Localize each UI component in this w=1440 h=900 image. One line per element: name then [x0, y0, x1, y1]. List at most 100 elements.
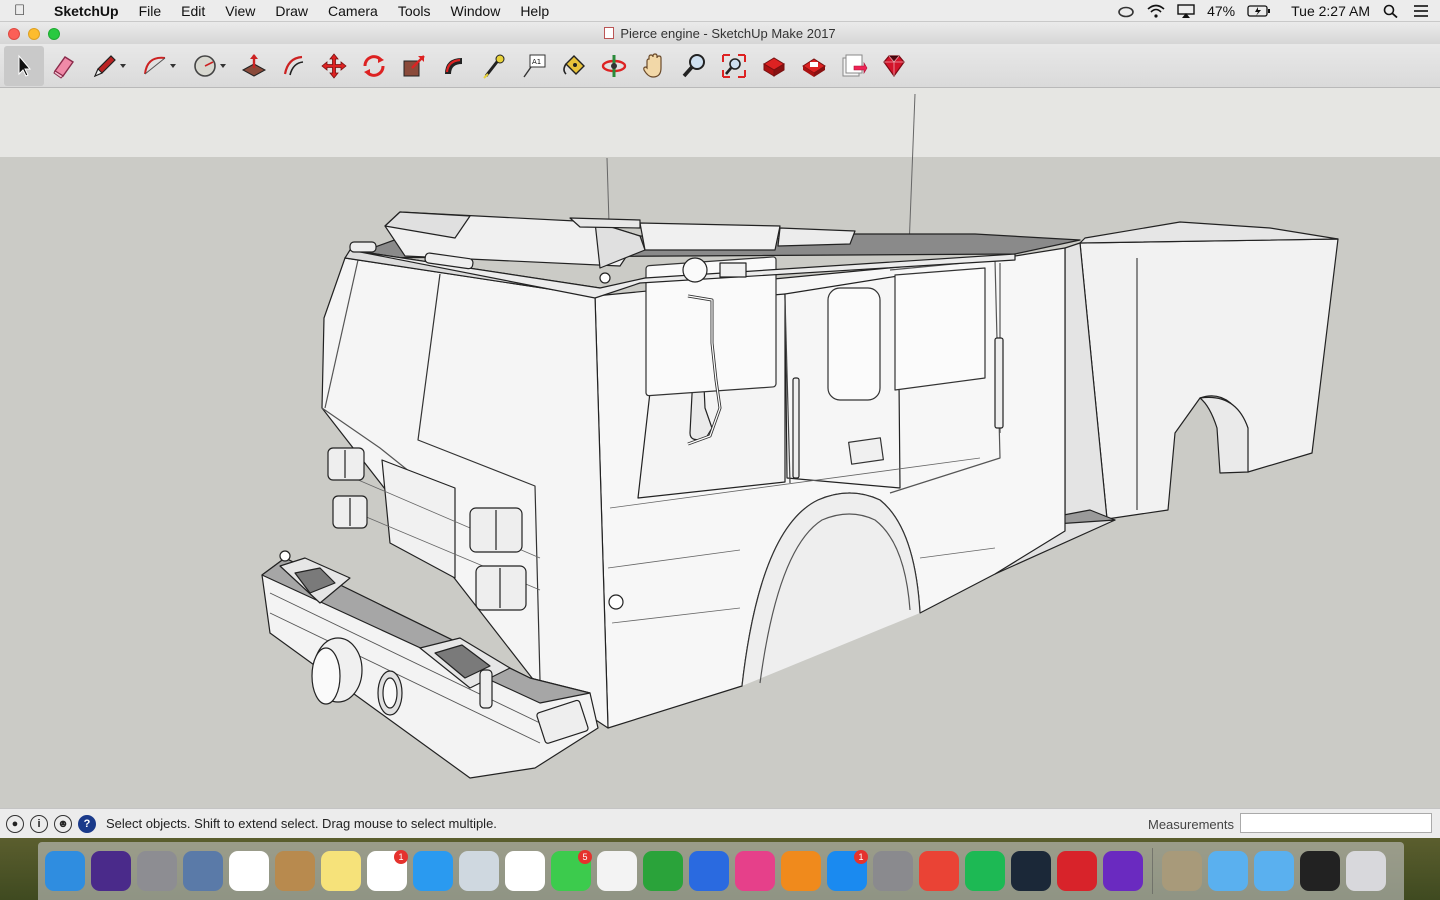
menu-app-name[interactable]: SketchUp [44, 0, 129, 22]
apple-icon[interactable]:  [14, 2, 44, 19]
dock-item-terminal[interactable] [1297, 848, 1343, 894]
pencil-icon [93, 54, 116, 77]
window-title-bar: Pierce engine - SketchUp Make 2017 [0, 22, 1440, 44]
dock-item-ibooks[interactable] [778, 848, 824, 894]
model-viewport[interactable] [0, 88, 1440, 808]
dock-item-launchpad[interactable] [134, 848, 180, 894]
calendar-icon [229, 851, 269, 891]
pan-tool-button[interactable] [634, 46, 674, 86]
fire-engine-model[interactable] [0, 88, 1440, 808]
imovie-icon [1103, 851, 1143, 891]
orbit-tool-button[interactable] [594, 46, 634, 86]
spotlight-search-icon[interactable] [1382, 4, 1400, 18]
rotate-tool-button[interactable] [354, 46, 394, 86]
ibooks-icon [781, 851, 821, 891]
dock-item-photos[interactable] [502, 848, 548, 894]
status-message: Select objects. Shift to extend select. … [106, 816, 497, 831]
dock-item-imovie[interactable] [1100, 848, 1146, 894]
window-close-button[interactable] [8, 28, 20, 40]
follow-me-icon [445, 57, 462, 74]
scale-tool-button[interactable] [394, 46, 434, 86]
dock-item-textedit[interactable] [594, 848, 640, 894]
menu-window[interactable]: Window [441, 0, 511, 22]
menu-tools[interactable]: Tools [388, 0, 441, 22]
menu-file[interactable]: File [129, 0, 172, 22]
keynote-icon [689, 851, 729, 891]
dock-item-keynote[interactable] [686, 848, 732, 894]
preview-icon [183, 851, 223, 891]
dock-item-notes[interactable] [318, 848, 364, 894]
menu-help[interactable]: Help [510, 0, 559, 22]
airplay-icon[interactable] [1177, 4, 1195, 18]
menu-bar:  SketchUp File Edit View Draw Camera To… [0, 0, 1440, 22]
window-zoom-button[interactable] [48, 28, 60, 40]
window-title: Pierce engine - SketchUp Make 2017 [620, 25, 836, 41]
zoom-extents-tool-button[interactable] [714, 46, 754, 86]
send-to-layout-button[interactable] [834, 46, 874, 86]
wifi-icon[interactable] [1147, 4, 1165, 18]
arc-tool-button[interactable] [134, 46, 184, 86]
menu-view[interactable]: View [215, 0, 265, 22]
shapes-tool-button[interactable] [184, 46, 234, 86]
dock-item-image-capture[interactable] [456, 848, 502, 894]
dock-item-folder[interactable] [1205, 848, 1251, 894]
zoom-tool-button[interactable] [674, 46, 714, 86]
dock-item-app-store[interactable]: 1 [824, 848, 870, 894]
menu-draw[interactable]: Draw [265, 0, 318, 22]
credits-icon[interactable]: i [30, 814, 48, 833]
dock-item-preview[interactable] [180, 848, 226, 894]
line-tool-button[interactable] [84, 46, 134, 86]
launchpad-icon [137, 851, 177, 891]
textedit-icon [597, 851, 637, 891]
select-tool-button[interactable] [4, 45, 44, 86]
menu-camera[interactable]: Camera [318, 0, 388, 22]
3d-warehouse-button[interactable] [754, 46, 794, 86]
dock-item-numbers[interactable] [640, 848, 686, 894]
battery-percent: 47% [1207, 3, 1236, 19]
dock-item-reminders[interactable]: 1 [364, 848, 410, 894]
user-account-icon[interactable]: ☻ [54, 814, 72, 833]
geo-location-icon[interactable]: ● [6, 814, 24, 833]
extension-warehouse-button[interactable] [794, 46, 834, 86]
tape-measure-tool-button[interactable] [474, 46, 514, 86]
offset-tool-button[interactable] [274, 46, 314, 86]
dock-item-trash[interactable] [1343, 848, 1389, 894]
folder-2-icon [1254, 851, 1294, 891]
ruby-gem-icon [883, 54, 905, 77]
dock-item-spotify[interactable] [962, 848, 1008, 894]
messages-icon [413, 851, 453, 891]
rotate-icon [363, 54, 385, 77]
document-icon [604, 27, 615, 39]
follow-me-tool-button[interactable] [434, 46, 474, 86]
dock-item-folder-2[interactable] [1251, 848, 1297, 894]
hand-pan-icon [643, 52, 662, 78]
dock-item-calendar[interactable] [226, 848, 272, 894]
text-tool-button[interactable]: A1 [514, 46, 554, 86]
dock-item-sketchup[interactable] [1054, 848, 1100, 894]
menu-edit[interactable]: Edit [171, 0, 215, 22]
finder-icon [45, 851, 85, 891]
instructor-help-icon[interactable]: ? [78, 814, 96, 833]
dock-item-messages[interactable] [410, 848, 456, 894]
move-tool-button[interactable] [314, 46, 354, 86]
creative-cloud-icon[interactable] [1117, 4, 1135, 18]
dock-item-chrome[interactable] [916, 848, 962, 894]
notification-center-icon[interactable] [1412, 4, 1430, 18]
battery-charging-icon[interactable] [1247, 4, 1271, 18]
dock-item-itunes[interactable] [732, 848, 778, 894]
eraser-tool-button[interactable] [44, 46, 84, 86]
dock-item-contacts[interactable] [272, 848, 318, 894]
siri-icon [91, 851, 131, 891]
dock-item-steam[interactable] [1008, 848, 1054, 894]
dock-item-facetime[interactable]: 5 [548, 848, 594, 894]
menubar-clock[interactable]: Tue 2:27 AM [1291, 3, 1370, 19]
dock-item-finder[interactable] [42, 848, 88, 894]
dock-item-siri[interactable] [88, 848, 134, 894]
dock-item-system-preferences[interactable] [870, 848, 916, 894]
paint-bucket-tool-button[interactable] [554, 46, 594, 86]
measurements-input[interactable] [1240, 813, 1432, 833]
push-pull-tool-button[interactable] [234, 46, 274, 86]
dock-item-photo-stack[interactable] [1159, 848, 1205, 894]
window-minimize-button[interactable] [28, 28, 40, 40]
extension-manager-button[interactable] [874, 46, 914, 86]
